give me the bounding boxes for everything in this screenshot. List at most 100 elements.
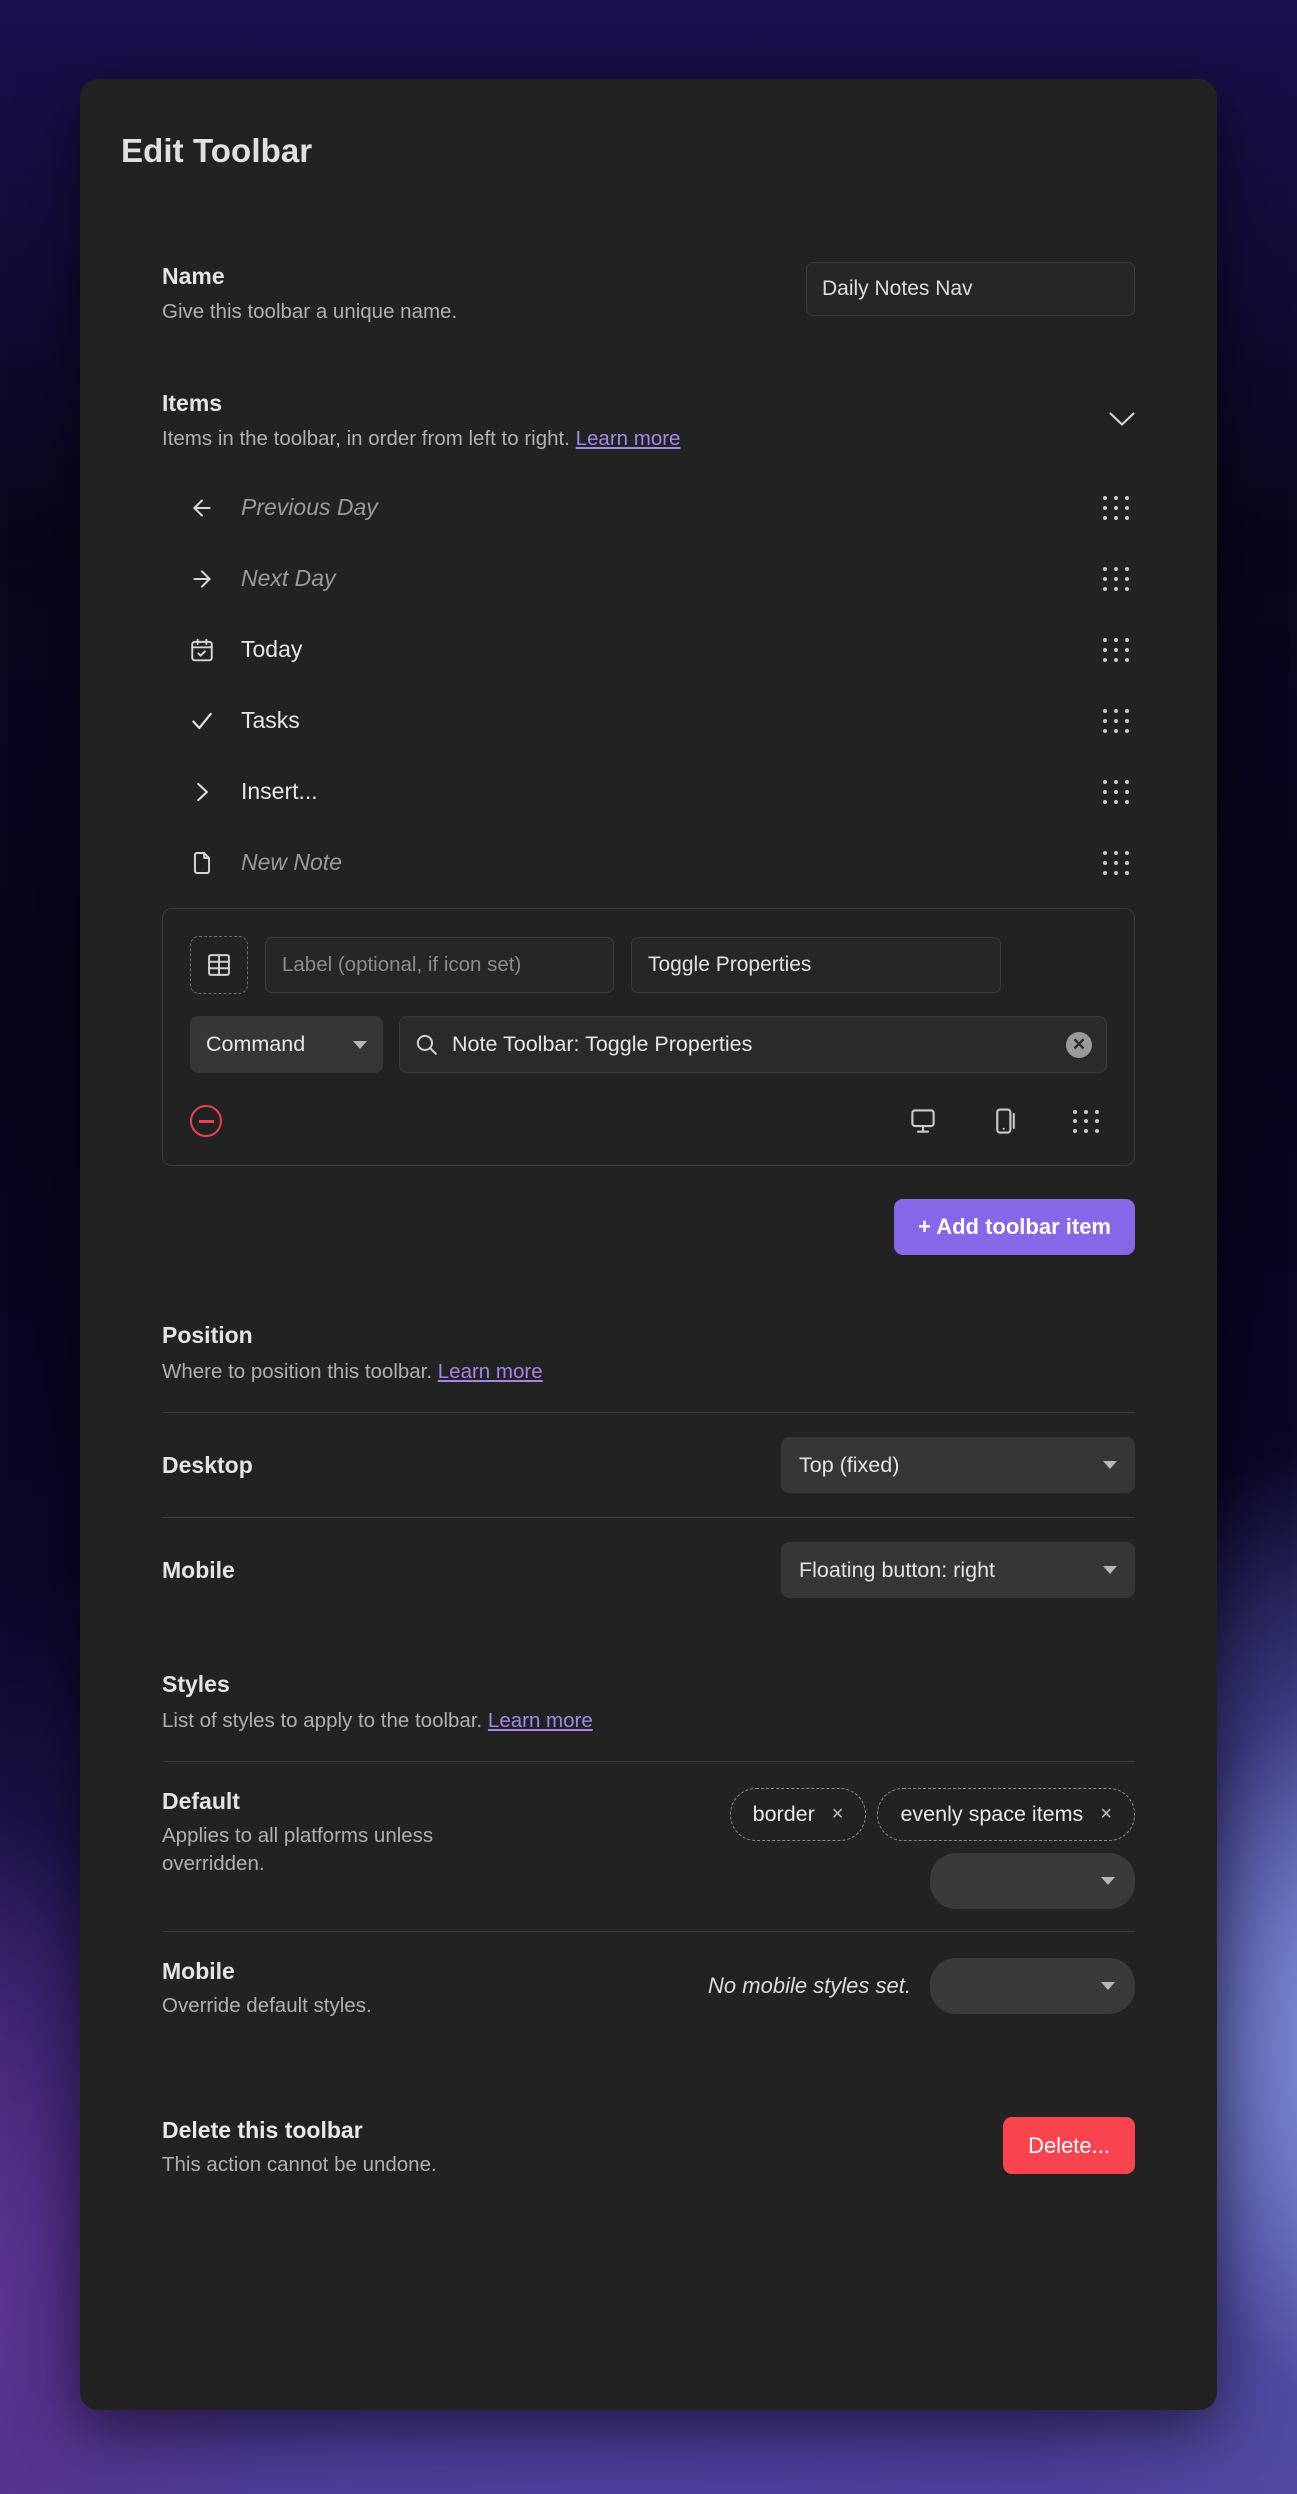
close-icon[interactable]: × (1100, 1803, 1112, 1826)
default-styles-description: Applies to all platforms unless overridd… (162, 1823, 434, 1876)
delete-info: Delete this toolbar This action cannot b… (162, 2117, 437, 2177)
calendar-check-icon (185, 633, 219, 667)
mobile-position-dropdown[interactable]: Floating button: right (781, 1542, 1135, 1599)
desktop-position-row: Desktop Top (fixed) (162, 1413, 1135, 1517)
name-control (806, 262, 1135, 316)
icon-picker-button[interactable] (190, 936, 248, 995)
default-styles-info: Default Applies to all platforms unless … (162, 1788, 462, 1879)
mobile-styles-controls: No mobile styles set. (480, 1957, 1135, 2014)
page-title: Edit Toolbar (121, 132, 313, 169)
chevron-down-icon (1101, 1876, 1115, 1885)
delete-toolbar-button[interactable]: Delete... (1003, 2117, 1135, 2175)
drag-handle-icon[interactable] (1101, 850, 1131, 876)
item-tooltip-input[interactable] (631, 937, 1001, 994)
mobile-styles-empty-row: No mobile styles set. (708, 1957, 1135, 2014)
position-label: Position (162, 1322, 253, 1349)
default-styles-row: Default Applies to all platforms unless … (162, 1762, 1135, 1931)
styles-description-text: List of styles to apply to the toolbar. (162, 1708, 483, 1732)
toolbar-item-row[interactable]: Insert... (162, 756, 1135, 827)
desktop-position-value: Top (fixed) (799, 1452, 900, 1477)
desktop-visibility-button[interactable] (905, 1103, 941, 1139)
toolbar-item-label: Previous Day (241, 494, 378, 521)
items-learn-more-link[interactable]: Learn more (576, 427, 681, 450)
items-description: Items in the toolbar, in order from left… (162, 425, 1135, 453)
toolbar-item-label: New Note (241, 849, 342, 876)
add-mobile-style-dropdown[interactable] (930, 1957, 1135, 2014)
toolbar-name-input[interactable] (806, 262, 1135, 316)
drag-handle-icon[interactable] (1071, 1108, 1101, 1134)
minus-circle-icon (198, 1120, 214, 1123)
item-editor-actions-row (190, 1103, 1107, 1139)
item-type-value: Command (206, 1032, 306, 1057)
style-chip[interactable]: border × (729, 1787, 867, 1841)
style-chip[interactable]: evenly space items × (877, 1787, 1135, 1841)
drag-handle-icon[interactable] (1101, 495, 1131, 521)
items-label: Items (162, 389, 223, 416)
toolbar-item-row[interactable]: Previous Day (162, 472, 1135, 543)
position-setting-info: Position Where to position this toolbar.… (162, 1321, 1135, 1386)
chevron-down-icon (1103, 1566, 1117, 1575)
add-item-row: + Add toolbar item (162, 1199, 1135, 1256)
drag-handle-icon[interactable] (1101, 708, 1131, 734)
toolbar-item-label: Tasks (241, 707, 300, 734)
drag-handle-icon[interactable] (1101, 779, 1131, 805)
mobile-position-value: Floating button: right (799, 1557, 996, 1582)
items-setting-info: Items Items in the toolbar, in order fro… (162, 389, 1135, 454)
chevron-down-icon (1109, 412, 1135, 426)
chevron-right-icon (185, 775, 219, 809)
style-chip-label: evenly space items (900, 1801, 1084, 1826)
delete-description: This action cannot be undone. (162, 2153, 437, 2177)
items-collapse-toggle[interactable] (1105, 403, 1139, 437)
default-styles-controls: border × evenly space items × (480, 1787, 1135, 1909)
arrow-left-icon (185, 491, 219, 525)
toolbar-item-row[interactable]: Today (162, 614, 1135, 685)
styles-learn-more-link[interactable]: Learn more (488, 1709, 593, 1732)
mobile-icon (996, 1108, 1015, 1134)
item-type-select[interactable]: Command (190, 1016, 383, 1074)
toolbar-item-editor-card: Command ✕ (162, 908, 1135, 1167)
delete-title: Delete this toolbar (162, 2117, 363, 2144)
toolbar-item-label: Next Day (241, 565, 336, 592)
styles-description: List of styles to apply to the toolbar. … (162, 1707, 1135, 1735)
item-editor-secondary-row: Command ✕ (190, 1016, 1107, 1074)
monitor-icon (911, 1109, 935, 1134)
items-description-text: Items in the toolbar, in order from left… (162, 427, 570, 451)
toolbar-item-list: Previous Day Next Day Today Tasks Insert… (162, 472, 1135, 898)
item-label-input[interactable] (265, 937, 614, 994)
position-description-text: Where to position this toolbar. (162, 1359, 433, 1383)
items-header: Items Items in the toolbar, in order fro… (162, 389, 1135, 454)
search-icon (416, 1035, 437, 1056)
toolbar-item-row[interactable]: Next Day (162, 543, 1135, 614)
items-section: Items Items in the toolbar, in order fro… (162, 389, 1135, 1256)
desktop-position-label: Desktop (162, 1451, 253, 1478)
toolbar-item-label: Insert... (241, 778, 318, 805)
mobile-visibility-button[interactable] (988, 1103, 1024, 1139)
add-toolbar-item-button[interactable]: + Add toolbar item (894, 1199, 1135, 1256)
toolbar-item-row[interactable]: New Note (162, 827, 1135, 898)
drag-handle-icon[interactable] (1101, 566, 1131, 592)
name-setting-info: Name Give this toolbar a unique name. (162, 262, 786, 327)
chevron-down-icon (1101, 1981, 1115, 1990)
default-styles-label: Default (162, 1787, 240, 1814)
styles-label: Styles (162, 1671, 230, 1698)
remove-item-button[interactable] (190, 1105, 222, 1138)
position-description: Where to position this toolbar. Learn mo… (162, 1358, 1135, 1386)
style-chip-label: border (752, 1801, 815, 1826)
toolbar-item-label: Today (241, 636, 303, 663)
add-default-style-dropdown[interactable] (930, 1852, 1135, 1909)
item-command-search-input[interactable] (452, 1032, 1053, 1058)
check-icon (185, 704, 219, 738)
close-icon[interactable]: × (832, 1803, 844, 1826)
drag-handle-icon[interactable] (1101, 637, 1131, 663)
name-setting-row: Name Give this toolbar a unique name. (162, 262, 1135, 327)
file-icon (185, 846, 219, 880)
position-learn-more-link[interactable]: Learn more (438, 1360, 543, 1383)
name-description: Give this toolbar a unique name. (162, 300, 458, 324)
position-section: Position Where to position this toolbar.… (162, 1321, 1135, 1622)
mobile-styles-empty-text: No mobile styles set. (708, 1972, 911, 1998)
desktop-position-dropdown[interactable]: Top (fixed) (781, 1437, 1135, 1494)
clear-circle-icon[interactable]: ✕ (1066, 1031, 1092, 1058)
toolbar-item-row[interactable]: Tasks (162, 685, 1135, 756)
default-styles-chip-row: border × evenly space items × (729, 1787, 1135, 1841)
item-command-search-field[interactable]: ✕ (399, 1016, 1107, 1074)
